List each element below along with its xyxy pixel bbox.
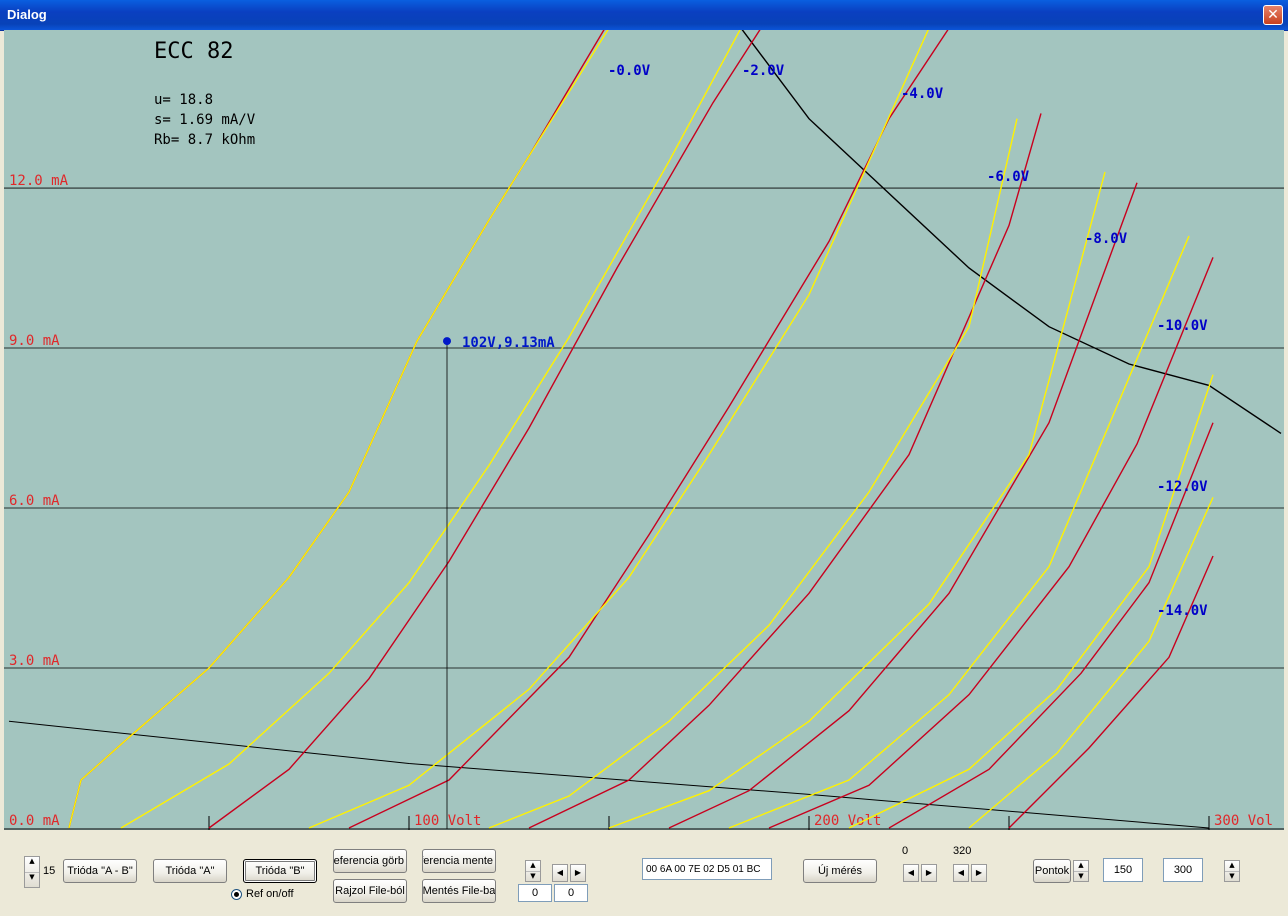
range-min-label: 0 [902, 845, 909, 857]
bias-label: -14.0V [1157, 603, 1208, 619]
title-bar[interactable]: Dialog ✕ [0, 0, 1288, 31]
bias-label: -10.0V [1157, 318, 1208, 334]
x-axis-label: 300 Vol [1214, 813, 1273, 829]
tube-name: ECC 82 [154, 39, 233, 64]
offset-field-a[interactable]: 0 [518, 884, 552, 902]
characteristic-plot[interactable]: 12.0 mA 9.0 mA 6.0 mA 3.0 mA 0.0 mA 100 Volt 2… [4, 30, 1284, 830]
close-icon: ✕ [1267, 7, 1279, 23]
right-arrow-icon[interactable]: ▶ [921, 864, 937, 882]
curve-red [768, 257, 1214, 829]
bias-label: -2.0V [742, 63, 785, 79]
right-arrow-icon[interactable]: ▶ [570, 864, 586, 882]
left-arrow-icon[interactable]: ◀ [903, 864, 919, 882]
ref-toggle-radio[interactable] [231, 889, 242, 900]
y-axis-label: 6.0 mA [9, 493, 60, 509]
offset-field-b[interactable]: 0 [554, 884, 588, 902]
spin-up-icon[interactable]: ▲ [1074, 861, 1088, 871]
value-spinner[interactable]: ▲ ▼ [24, 856, 40, 888]
bias-label: -8.0V [1085, 231, 1128, 247]
cursor-label: 102V,9.13mA [462, 335, 555, 351]
x-axis-label: 200 Volt [814, 813, 881, 829]
left-arrow-icon[interactable]: ◀ [552, 864, 568, 882]
trioda-ab-button[interactable]: Trióda "A - B" [63, 859, 137, 883]
trioda-b-button[interactable]: Trióda "B" [243, 859, 317, 883]
curve-red [208, 30, 761, 829]
spin-value: 15 [43, 865, 56, 877]
x-axis-label: 100 Volt [414, 813, 481, 829]
curve-red [528, 113, 1042, 829]
y-axis-label: 12.0 mA [9, 173, 69, 189]
bias-label: -12.0V [1157, 479, 1208, 495]
y-axis-label: 3.0 mA [9, 653, 60, 669]
range-max-label: 320 [953, 845, 972, 857]
close-button[interactable]: ✕ [1263, 5, 1283, 25]
reference-save-button[interactable]: eferencia mente [422, 849, 496, 873]
curve-red [68, 30, 605, 829]
hex-data-field[interactable]: 00 6A 00 7E 02 D5 01 BC [642, 858, 772, 880]
ref-toggle-label: Ref on/off [246, 888, 294, 900]
spin-up-icon[interactable]: ▲ [25, 857, 39, 872]
curve-yellow [848, 374, 1214, 829]
points-field-a[interactable]: 150 [1103, 858, 1143, 882]
curve-yellow [728, 235, 1190, 829]
points-spinner[interactable]: ▲ ▼ [1073, 860, 1089, 882]
tube-parameter: Rb= 8.7 kOhm [154, 132, 255, 148]
y-axis-label: 0.0 mA [9, 813, 60, 829]
right-arrow-icon[interactable]: ▶ [971, 864, 987, 882]
save-to-file-button[interactable]: Mentés File-ba [422, 879, 496, 903]
spin-up-icon[interactable]: ▲ [1225, 861, 1239, 871]
curve-yellow [488, 118, 1018, 829]
curve-red [668, 182, 1138, 829]
offset-spinner[interactable]: ▲ ▼ [525, 860, 541, 882]
spin-down-icon[interactable]: ▼ [1225, 871, 1239, 881]
spin-down-icon[interactable]: ▼ [25, 872, 39, 887]
bias-label: -6.0V [987, 169, 1030, 185]
plot-canvas: 12.0 mA 9.0 mA 6.0 mA 3.0 mA 0.0 mA 100 Volt 2… [4, 30, 1284, 830]
cursor-point [443, 337, 451, 346]
new-measurement-button[interactable]: Új mérés [803, 859, 877, 883]
spin-up-icon[interactable]: ▲ [526, 861, 540, 871]
trioda-a-button[interactable]: Trióda "A" [153, 859, 227, 883]
y-axis-label: 9.0 mA [9, 333, 60, 349]
tube-parameter: s= 1.69 mA/V [154, 112, 256, 128]
bias-label: -4.0V [901, 86, 944, 102]
draw-from-file-button[interactable]: Rajzol File-ból [333, 879, 407, 903]
load-line [8, 720, 1210, 829]
curve-yellow [308, 30, 929, 829]
curve-red [348, 30, 949, 829]
spin-down-icon[interactable]: ▼ [1074, 871, 1088, 881]
points-button[interactable]: Pontok [1033, 859, 1071, 883]
tube-parameter: u= 18.8 [154, 92, 213, 108]
bias-label: -0.0V [608, 63, 651, 79]
curve-yellow [120, 30, 741, 829]
reference-curve-button[interactable]: eferencia görb [333, 849, 407, 873]
curve-red [1008, 555, 1214, 829]
curve-yellow [968, 497, 1214, 829]
dissipation-curve [741, 30, 1282, 434]
spin-down-icon[interactable]: ▼ [526, 871, 540, 881]
points-b-spinner[interactable]: ▲ ▼ [1224, 860, 1240, 882]
left-arrow-icon[interactable]: ◀ [953, 864, 969, 882]
points-field-b[interactable]: 300 [1163, 858, 1203, 882]
window-title: Dialog [7, 7, 47, 22]
